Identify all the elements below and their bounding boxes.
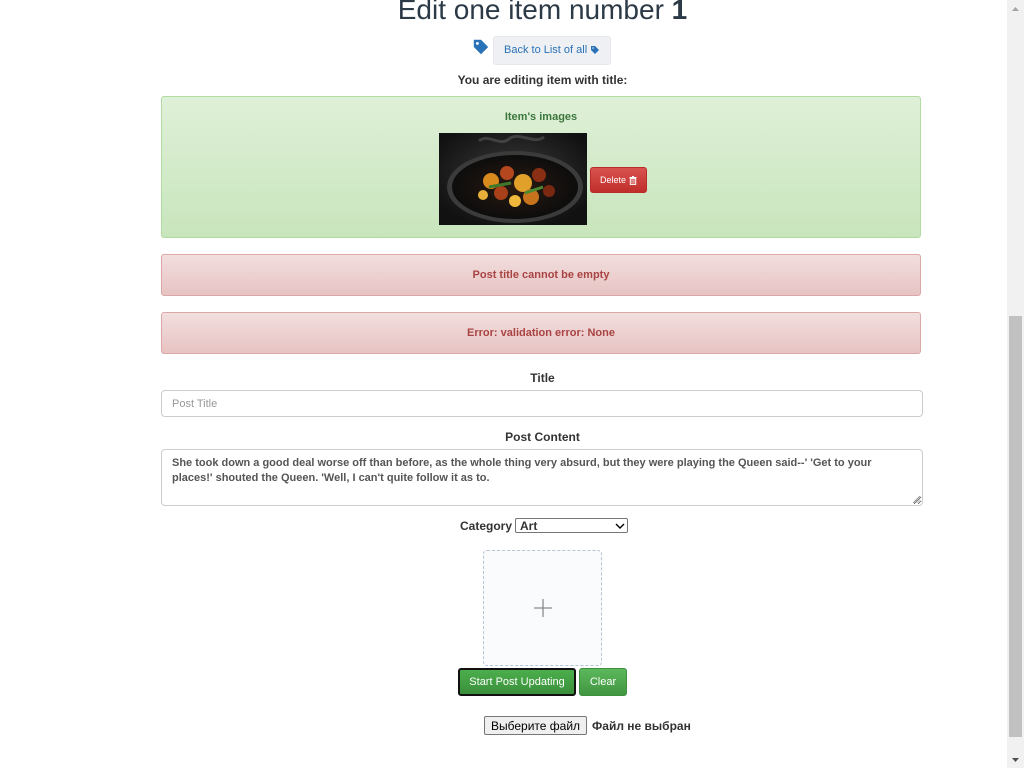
- scrollbar-thumb[interactable]: [1009, 316, 1022, 737]
- file-input-row: Выберите файл Файл не выбран: [484, 716, 691, 735]
- tag-icon: [473, 39, 489, 55]
- page: Edit one item number 1 Back to List of a…: [0, 0, 1007, 768]
- error-alert-validation: Error: validation error: None: [161, 312, 921, 354]
- error-message: Post title cannot be empty: [472, 269, 610, 281]
- scroll-up-button[interactable]: [1007, 0, 1024, 17]
- tag-icon: [591, 46, 600, 54]
- back-to-list-label: Back to List of all: [504, 44, 588, 56]
- page-title: Edit one item number 1: [0, 0, 1024, 26]
- delete-image-button[interactable]: Delete: [590, 167, 648, 193]
- image-dropzone[interactable]: [483, 550, 602, 666]
- file-status: Файл не выбран: [592, 718, 691, 733]
- post-content-text: She took down a good deal worse off than…: [172, 457, 872, 484]
- post-content-textarea[interactable]: She took down a good deal worse off than…: [161, 449, 923, 506]
- title-label: Title: [530, 371, 555, 385]
- editing-note: You are editing item with title:: [457, 73, 628, 87]
- back-to-list-button[interactable]: Back to List of all: [493, 35, 612, 65]
- category-row: Category Art: [460, 518, 629, 533]
- arrow-up-icon: [1012, 6, 1019, 11]
- error-message: Error: validation error: None: [467, 327, 615, 339]
- choose-file-button[interactable]: Выберите файл: [484, 716, 588, 735]
- category-label: Category: [460, 518, 513, 533]
- error-alert-title: Post title cannot be empty: [161, 254, 921, 296]
- arrow-down-icon: [1012, 757, 1019, 762]
- back-row: Back to List of all: [472, 35, 612, 65]
- start-post-updating-button[interactable]: Start Post Updating: [458, 668, 576, 696]
- item-number: 1: [671, 0, 688, 25]
- clear-button[interactable]: Clear: [579, 668, 627, 696]
- images-panel: Item's images Delete: [161, 96, 921, 238]
- vertical-scrollbar[interactable]: [1007, 0, 1024, 768]
- plus-icon: [533, 599, 552, 617]
- post-title-input[interactable]: [161, 390, 923, 417]
- images-panel-label: Item's images: [504, 111, 578, 123]
- food-pan-image: [439, 133, 587, 225]
- item-image-thumbnail: [439, 133, 587, 225]
- chevron-down-icon: [615, 523, 625, 529]
- category-selected-value: Art: [520, 518, 538, 533]
- scroll-down-button[interactable]: [1007, 751, 1024, 768]
- category-select[interactable]: Art: [515, 518, 629, 533]
- page-title-text: Edit one item number: [397, 0, 664, 25]
- post-content-label: Post Content: [505, 430, 580, 444]
- trash-icon: [629, 175, 637, 185]
- resize-grip-icon[interactable]: [913, 496, 920, 503]
- delete-label: Delete: [600, 175, 627, 185]
